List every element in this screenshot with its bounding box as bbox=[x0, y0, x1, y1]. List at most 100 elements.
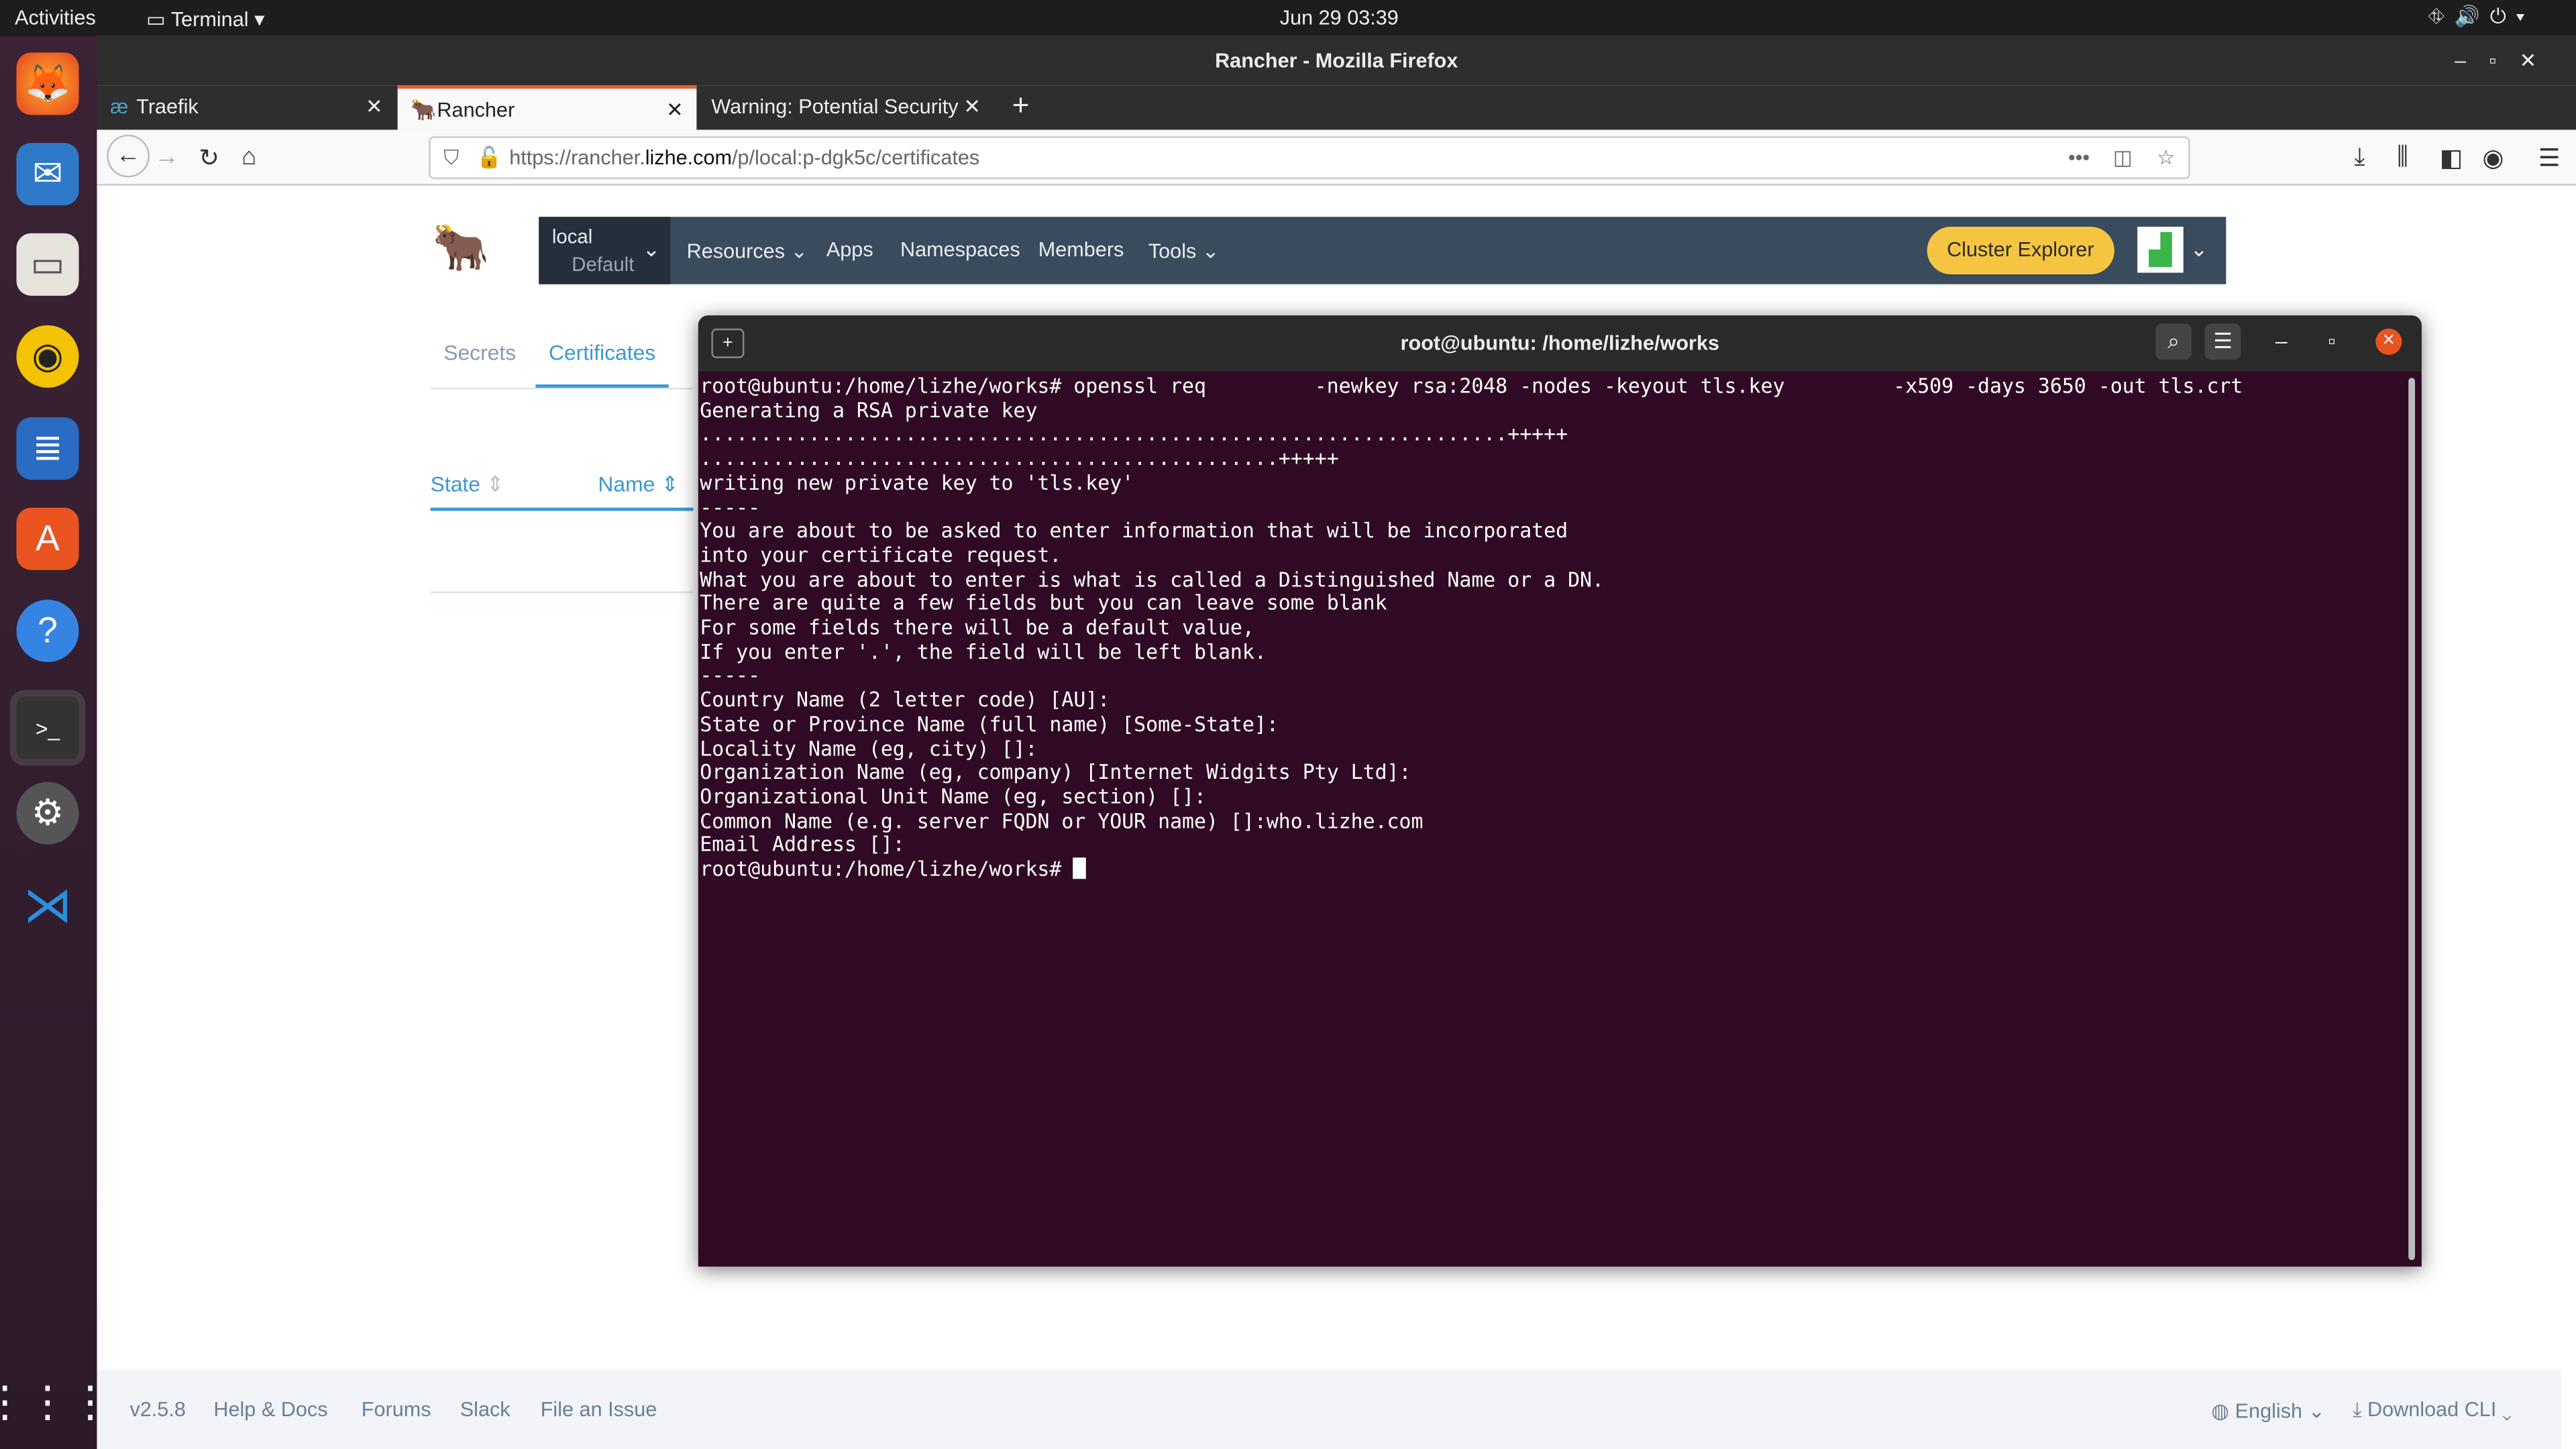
rancher-footer: v2.5.8 Help & Docs Forums Slack File an … bbox=[97, 1370, 2561, 1449]
writer-icon[interactable]: ≣ bbox=[16, 417, 79, 480]
files-icon[interactable]: ▭ bbox=[16, 233, 79, 296]
terminal-icon: ▭ bbox=[146, 8, 166, 32]
home-button[interactable]: ⌂ bbox=[241, 143, 256, 171]
firefox-icon[interactable]: 🦊 bbox=[16, 52, 79, 115]
chevron-down-icon: ⌄ bbox=[642, 236, 661, 262]
terminal-line: ........................................… bbox=[700, 447, 1339, 470]
divider bbox=[430, 387, 694, 390]
network-icon: ⛗ bbox=[2428, 5, 2455, 28]
terminal-line: Country Name (2 letter code) [AU]: bbox=[700, 688, 1110, 712]
terminal-line: There are quite a few fields but you can… bbox=[700, 592, 1387, 615]
language-selector[interactable]: ◍ English ⌄ bbox=[2211, 1398, 2325, 1423]
terminal-line: For some fields there will be a default … bbox=[700, 616, 1254, 639]
forward-button[interactable]: → bbox=[154, 143, 179, 171]
file-issue-link[interactable]: File an Issue bbox=[541, 1398, 657, 1421]
terminal-line: Organizational Unit Name (eg, section) [… bbox=[700, 785, 1207, 808]
download-cli-button[interactable]: ⤓ Download CLI ⌄ bbox=[2353, 1398, 2512, 1423]
nav-toolbar: ← → ↻ ⌂ ⛉ 🔓 https://rancher.lizhe.com/p/… bbox=[97, 129, 2576, 186]
terminal-window[interactable]: + root@ubuntu: /home/lizhe/works ⌕ ☰ – ▫… bbox=[698, 315, 2422, 1267]
slack-link[interactable]: Slack bbox=[460, 1398, 511, 1421]
terminal-line: Organization Name (eg, company) [Interne… bbox=[700, 761, 1411, 784]
library-icon[interactable]: ⫼ bbox=[2397, 143, 2408, 171]
terminal-cursor bbox=[1073, 857, 1087, 879]
nav-tools[interactable]: Tools ⌄ bbox=[1148, 238, 1220, 263]
terminal-line: If you enter '.', the field will be left… bbox=[700, 640, 1267, 663]
terminal-line: Common Name (e.g. server FQDN or YOUR na… bbox=[700, 809, 1424, 833]
terminal-line: ........................................… bbox=[700, 423, 1568, 446]
downloads-icon[interactable]: ⤓ bbox=[2354, 143, 2365, 171]
software-icon[interactable]: A bbox=[16, 507, 79, 570]
help-icon[interactable]: ? bbox=[16, 599, 79, 662]
terminal-line: Locality Name (eg, city) []: bbox=[700, 737, 1038, 760]
url-bar[interactable]: ⛉ 🔓 https://rancher.lizhe.com/p/local:p-… bbox=[429, 136, 2190, 179]
terminal-header: + root@ubuntu: /home/lizhe/works ⌕ ☰ – ▫… bbox=[698, 315, 2422, 372]
column-header-name[interactable]: Name ⇕ bbox=[598, 472, 679, 498]
window-title: Rancher - Mozilla Firefox –▫✕ bbox=[97, 36, 2576, 86]
tab-traefik[interactable]: æ Traefik ✕ bbox=[97, 85, 396, 129]
new-tab-button[interactable]: + bbox=[1012, 89, 1030, 123]
power-icon: ⏻ bbox=[2489, 5, 2516, 28]
close-tab-icon[interactable]: ✕ bbox=[366, 85, 383, 129]
terminal-line: ----- bbox=[700, 495, 761, 519]
menu-icon[interactable]: ☰ bbox=[2538, 143, 2561, 173]
close-icon[interactable]: ✕ bbox=[2375, 328, 2402, 355]
apps-grid-icon[interactable]: ⋮⋮⋮ bbox=[0, 1370, 112, 1432]
forums-link[interactable]: Forums bbox=[362, 1398, 431, 1421]
system-tray[interactable]: ⛗🔊⏻▾ bbox=[2428, 5, 2535, 30]
reload-button[interactable]: ↻ bbox=[199, 143, 219, 173]
user-avatar[interactable]: ▟ bbox=[2137, 226, 2184, 273]
terminal-line: into your certificate request. bbox=[700, 543, 1062, 567]
window-controls[interactable]: –▫✕ bbox=[2455, 36, 2559, 85]
search-icon[interactable]: ⌕ bbox=[2155, 323, 2192, 360]
app-menu-label: Terminal bbox=[170, 8, 249, 32]
pocket-icon[interactable]: ◫ bbox=[2113, 138, 2133, 178]
terminal-line: Generating a RSA private key bbox=[700, 398, 1038, 422]
terminal-line: State or Province Name (full name) [Some… bbox=[700, 712, 1279, 736]
hamburger-menu-icon[interactable]: ☰ bbox=[2204, 323, 2241, 360]
settings-icon[interactable]: ⚙ bbox=[16, 782, 79, 845]
help-docs-link[interactable]: Help & Docs bbox=[213, 1398, 327, 1421]
tab-warning[interactable]: Warning: Potential Security ✕ bbox=[698, 85, 994, 129]
close-tab-icon[interactable]: ✕ bbox=[963, 85, 981, 129]
app-menu[interactable]: ▭ Terminal ▾ bbox=[146, 7, 264, 32]
thunderbird-icon[interactable]: ✉ bbox=[16, 143, 79, 206]
nav-members[interactable]: Members bbox=[1038, 238, 1124, 261]
nav-resources[interactable]: Resources ⌄ bbox=[687, 238, 808, 263]
subtab-certificates[interactable]: Certificates bbox=[535, 340, 669, 388]
page-actions-icon[interactable]: ••• bbox=[2068, 138, 2090, 178]
terminal-line: ----- bbox=[700, 664, 761, 688]
terminal-prompt: root@ubuntu:/home/lizhe/works# bbox=[700, 857, 1074, 881]
cluster-explorer-button[interactable]: Cluster Explorer bbox=[1927, 226, 2114, 274]
maximize-icon[interactable]: ▫ bbox=[2328, 329, 2335, 354]
cluster-project-selector[interactable]: local Default ⌄ bbox=[539, 217, 671, 284]
top-bar: Activities ▭ Terminal ▾ Jun 29 03:39 ⛗🔊⏻… bbox=[0, 0, 2576, 36]
back-button[interactable]: ← bbox=[107, 134, 150, 178]
insecure-lock-icon: 🔓 bbox=[476, 146, 502, 170]
divider bbox=[430, 591, 694, 594]
close-tab-icon[interactable]: ✕ bbox=[666, 89, 684, 133]
sidebar-icon[interactable]: ◧ bbox=[2440, 143, 2463, 173]
terminal-line: What you are about to enter is what is c… bbox=[700, 568, 1604, 591]
traefik-icon: æ bbox=[110, 95, 129, 119]
tab-rancher[interactable]: 🐂 Rancher ✕ bbox=[397, 85, 697, 130]
account-icon[interactable]: ◉ bbox=[2482, 143, 2504, 173]
version-link[interactable]: v2.5.8 bbox=[129, 1398, 185, 1421]
rancher-logo[interactable]: 🐂 bbox=[432, 220, 489, 274]
tab-strip: æ Traefik ✕ 🐂 Rancher ✕ Warning: Potential S… bbox=[97, 85, 2576, 130]
terminal-dock-icon[interactable]: >_ bbox=[9, 690, 86, 766]
rancher-nav: local Default ⌄ Resources ⌄ Apps Namespa… bbox=[539, 217, 2226, 284]
minimize-icon[interactable]: – bbox=[2275, 329, 2288, 354]
nav-namespaces[interactable]: Namespaces bbox=[900, 238, 1020, 261]
chevron-down-icon[interactable]: ⌄ bbox=[2190, 237, 2208, 263]
vscode-icon[interactable]: ⋊ bbox=[16, 874, 78, 936]
nav-apps[interactable]: Apps bbox=[826, 238, 873, 261]
subtab-secrets[interactable]: Secrets bbox=[443, 340, 516, 365]
scrollbar[interactable] bbox=[2408, 378, 2416, 1260]
bookmark-star-icon[interactable]: ☆ bbox=[2157, 138, 2175, 178]
terminal-output[interactable]: root@ubuntu:/home/lizhe/works# openssl r… bbox=[700, 371, 2243, 881]
terminal-line: writing new private key to 'tls.key' bbox=[700, 471, 1134, 494]
clock[interactable]: Jun 29 03:39 bbox=[1280, 7, 1399, 30]
rhythmbox-icon[interactable]: ◉ bbox=[16, 325, 79, 388]
download-icon: ⤓ bbox=[2352, 1398, 2362, 1421]
activities-button[interactable]: Activities bbox=[15, 7, 96, 30]
